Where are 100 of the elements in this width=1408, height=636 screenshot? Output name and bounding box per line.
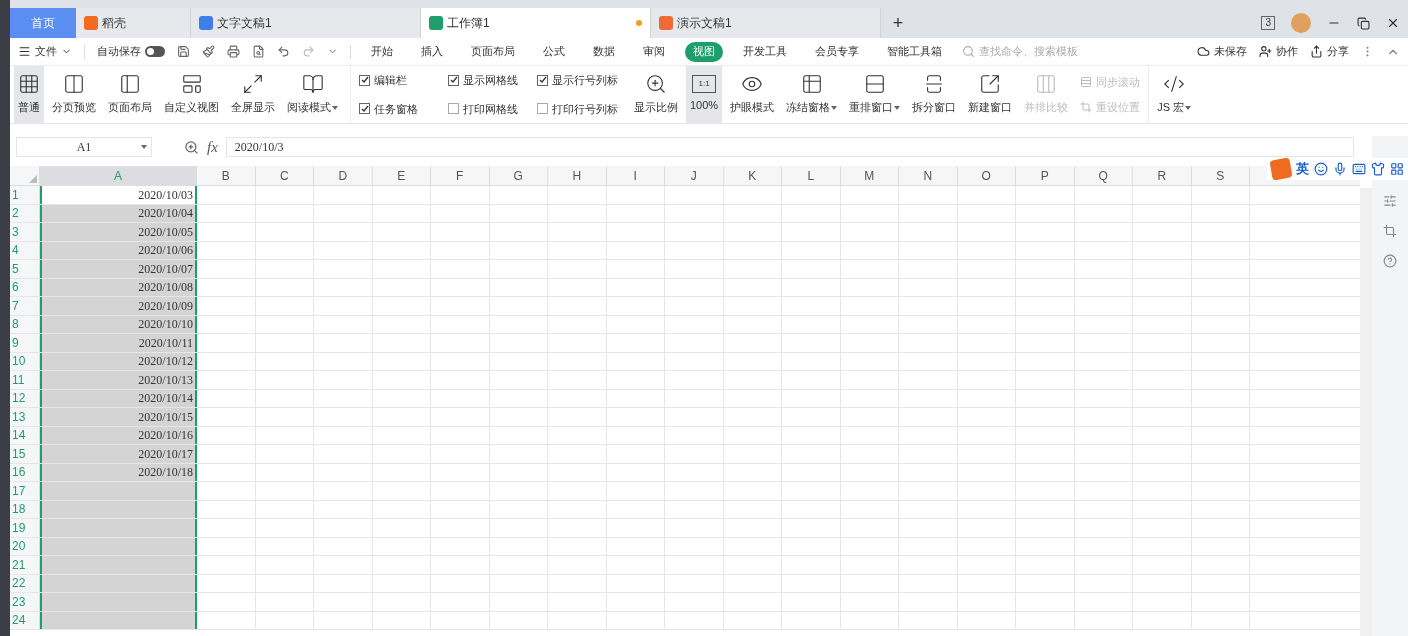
view-mode-button[interactable]: 普通 (14, 66, 44, 123)
ime-logo-icon[interactable] (1269, 157, 1293, 181)
document-tab[interactable]: 工作簿1 (421, 8, 651, 38)
print-preview-icon[interactable] (252, 45, 265, 58)
menu-tab[interactable]: 开始 (363, 41, 401, 62)
zoom-icon (645, 73, 667, 96)
ratio-icon: 1:1 (692, 75, 717, 94)
column-header[interactable]: O (981, 166, 991, 185)
window-button[interactable]: 重排窗口 (845, 66, 905, 123)
checkmark-icon (360, 104, 369, 113)
column-header[interactable]: E (397, 166, 406, 185)
menu-tab[interactable]: 会员专享 (807, 41, 867, 62)
settings-icon[interactable] (1383, 194, 1397, 208)
column-header[interactable]: D (338, 166, 348, 185)
ime-language-label[interactable]: 英 (1296, 159, 1309, 179)
column-header[interactable]: F (456, 166, 464, 185)
window-button[interactable]: 新建窗口 (964, 66, 1017, 123)
zoom-icon[interactable] (184, 139, 199, 155)
table-cell: 2020/10/11 (40, 334, 197, 352)
save-icon[interactable] (177, 45, 190, 58)
header-action-button[interactable]: 分享 (1310, 43, 1349, 60)
column-header[interactable]: Q (1098, 166, 1108, 185)
view-option-checkbox[interactable]: 显示网格线 (448, 72, 529, 89)
help-icon[interactable] (1383, 254, 1397, 268)
emoji-icon[interactable] (1314, 162, 1328, 176)
freeze-window-icon (800, 73, 823, 96)
column-header[interactable]: G (513, 166, 523, 185)
vertical-scrollbar[interactable] (1360, 188, 1372, 636)
column-header[interactable]: C (279, 166, 289, 185)
app-icon (659, 16, 673, 30)
app-icon (199, 16, 213, 30)
header-action-button[interactable]: 协作 (1259, 43, 1298, 60)
undo-icon[interactable] (277, 45, 290, 58)
column-header[interactable]: I (633, 166, 637, 185)
new-tab-button[interactable]: + (881, 8, 915, 38)
column-header[interactable]: R (1157, 166, 1167, 185)
column-header[interactable]: J (690, 166, 697, 185)
apps-icon[interactable] (1390, 162, 1404, 176)
command-search-field[interactable]: 查找命令、搜索模板 (962, 43, 1109, 60)
column-header[interactable]: H (572, 166, 582, 185)
checkmark-icon (538, 76, 547, 85)
grid-view-icon (18, 73, 40, 96)
table-cell: 2020/10/09 (40, 297, 197, 315)
format-painter-icon[interactable] (202, 45, 215, 58)
print-icon[interactable] (227, 45, 240, 58)
window-count-badge[interactable]: 3 (1261, 16, 1275, 30)
view-option-checkbox[interactable]: 打印行号列标 (537, 100, 618, 117)
crop-icon[interactable] (1383, 224, 1397, 238)
column-header[interactable]: P (1040, 166, 1049, 185)
name-box[interactable]: A1 (16, 137, 152, 157)
custom-view-icon (180, 73, 203, 96)
caret-icon (1185, 105, 1192, 110)
column-header[interactable]: S (1216, 166, 1225, 185)
column-header[interactable]: M (864, 166, 875, 185)
view-mode-button[interactable]: 全屏显示 (227, 66, 279, 123)
view-mode-button[interactable]: 阅读模式 (283, 66, 342, 123)
menu-tab[interactable]: 插入 (413, 41, 451, 62)
column-header[interactable]: K (748, 166, 757, 185)
autosave-toggle[interactable]: 自动保存 (97, 43, 165, 60)
menu-tab[interactable]: 智能工具箱 (879, 41, 950, 62)
window-button[interactable]: 冻结窗格 (782, 66, 842, 123)
app-icon (84, 16, 98, 30)
user-icon (1259, 45, 1272, 58)
menu-tab[interactable]: 数据 (585, 41, 623, 62)
keyboard-icon[interactable] (1352, 162, 1366, 176)
view-option-checkbox[interactable]: 任务窗格 (359, 100, 440, 117)
zoom-button[interactable]: 护眼模式 (726, 66, 779, 123)
formula-input[interactable]: 2020/10/3 (225, 137, 1354, 157)
view-option-checkbox[interactable]: 显示行号列标 (537, 72, 618, 89)
app-icon (429, 16, 443, 30)
arrange-window-icon (863, 73, 886, 96)
close-icon[interactable] (1386, 16, 1400, 30)
fx-label: fx (207, 137, 218, 157)
zoom-button[interactable]: 显示比例 (630, 66, 682, 123)
caret-icon (332, 105, 338, 110)
document-tab[interactable]: 文字文稿1 (191, 8, 421, 38)
document-tab[interactable]: 演示文稿1 (651, 8, 881, 38)
menu-tab[interactable]: 页面布局 (463, 41, 523, 62)
page-view-icon (63, 73, 85, 96)
view-option-checkbox[interactable]: 编辑栏 (359, 72, 440, 89)
file-menu[interactable]: 文件 (18, 43, 72, 60)
zoom-button[interactable]: 1:1 100% (686, 66, 723, 123)
document-tab[interactable]: 稻壳 (76, 8, 191, 38)
menu-tab[interactable]: 审阅 (635, 41, 673, 62)
view-mode-button[interactable]: 自定义视图 (160, 66, 223, 123)
menu-tab[interactable]: 开发工具 (735, 41, 795, 62)
shirt-icon[interactable] (1371, 162, 1385, 176)
restore-icon[interactable] (1357, 16, 1370, 30)
view-option-checkbox[interactable]: 打印网格线 (448, 100, 529, 117)
microphone-icon[interactable] (1333, 162, 1347, 176)
table-cell: 2020/10/05 (40, 223, 197, 241)
menu-tab[interactable]: 公式 (535, 41, 573, 62)
window-button[interactable]: 拆分窗口 (908, 66, 961, 123)
column-header[interactable]: N (923, 166, 933, 185)
column-header[interactable]: B (221, 166, 230, 185)
column-header[interactable]: L (807, 166, 815, 185)
macro-button[interactable]: JS 宏 (1148, 66, 1200, 123)
view-mode-button[interactable]: 分页预览 (48, 66, 100, 123)
view-mode-button[interactable]: 页面布局 (104, 66, 156, 123)
header-action-button[interactable]: 未保存 (1197, 43, 1247, 60)
